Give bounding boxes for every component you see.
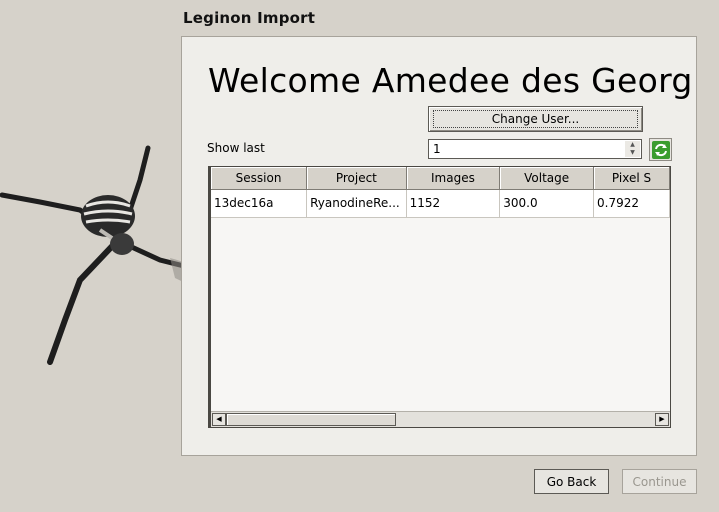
session-table[interactable]: Session Project Images Voltage Pixel S 1…	[208, 166, 671, 428]
spin-up-icon[interactable]: ▲	[625, 141, 640, 149]
go-back-button[interactable]: Go Back	[534, 469, 609, 494]
window-title: Leginon Import	[183, 9, 316, 27]
column-header-voltage[interactable]: Voltage	[499, 167, 595, 190]
cell-voltage[interactable]: 300.0	[499, 189, 595, 218]
change-user-label: Change User...	[433, 110, 638, 128]
column-header-pixel-size[interactable]: Pixel S	[593, 167, 670, 190]
cell-project[interactable]: RyanodineRe...	[306, 189, 407, 218]
column-header-images[interactable]: Images	[406, 167, 501, 190]
column-header-project[interactable]: Project	[306, 167, 407, 190]
show-last-spinbox[interactable]: 1 ▲ ▼	[428, 139, 642, 159]
show-last-label: Show last	[207, 141, 265, 155]
scroll-left-icon[interactable]: ◀	[212, 413, 226, 426]
cell-session[interactable]: 13dec16a	[211, 189, 308, 218]
horizontal-scrollbar[interactable]: ◀ ▶	[211, 411, 670, 427]
scroll-right-icon[interactable]: ▶	[655, 413, 669, 426]
scrollbar-thumb[interactable]	[226, 413, 396, 426]
main-panel: Welcome Amedee des Georg Change User... …	[181, 36, 697, 456]
spin-down-icon[interactable]: ▼	[625, 149, 640, 157]
cell-images[interactable]: 1152	[406, 189, 501, 218]
continue-button[interactable]: Continue	[622, 469, 697, 494]
refresh-icon	[651, 140, 670, 159]
refresh-button[interactable]	[649, 138, 672, 161]
show-last-value[interactable]: 1	[433, 142, 441, 156]
welcome-heading: Welcome Amedee des Georg	[208, 61, 693, 100]
table-row[interactable]: 13dec16a RyanodineRe... 1152 300.0 0.792…	[211, 189, 670, 218]
column-header-session[interactable]: Session	[211, 167, 308, 190]
cell-pixel-size[interactable]: 0.7922	[593, 189, 670, 218]
change-user-button[interactable]: Change User...	[428, 106, 643, 132]
